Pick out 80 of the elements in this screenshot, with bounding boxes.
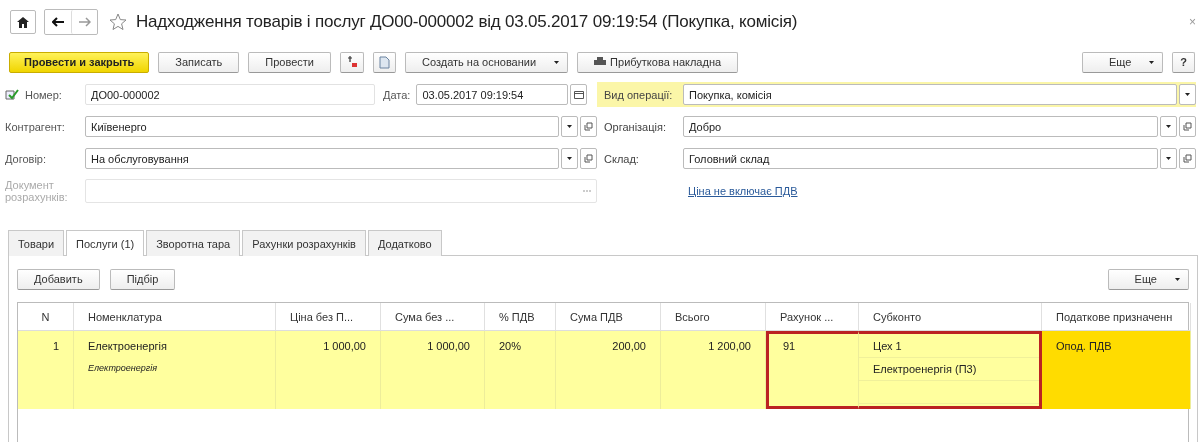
field-label: Вид операції: (603, 88, 674, 101)
field-label: Документ розрахунків: (5, 178, 69, 203)
tab[interactable]: Товари (8, 230, 65, 256)
operation-field[interactable]: Покупка, комісія (683, 84, 1177, 105)
input-field[interactable]: Добро (683, 116, 1158, 137)
caret-icon (1175, 277, 1180, 281)
ellipsis-icon (583, 189, 591, 192)
table-cell: Електроенергія (88, 363, 158, 373)
input-field[interactable]: Головний склад (683, 148, 1158, 169)
dropdown-icon (567, 125, 572, 128)
calendar-button[interactable] (570, 84, 588, 105)
window-title: Надходження товарів і послуг ДО00-000002 від 03.05.2017 09:19:54 (Покупка, комісія) (136, 12, 798, 32)
field-label: Номер: (25, 88, 63, 101)
star-icon[interactable] (109, 13, 127, 31)
field-label: Договір: (5, 152, 48, 165)
table-button[interactable]: Добавить (17, 268, 100, 290)
dropdown-icon (1185, 93, 1190, 96)
table-cell: 1 (52, 340, 59, 352)
table-cell: Цех 1 (873, 340, 902, 352)
table-cell: 1 200,00 (708, 340, 751, 352)
open-button[interactable] (580, 148, 597, 169)
right-arrow-icon (78, 17, 91, 27)
help-button[interactable]: ? (1172, 51, 1195, 73)
tab[interactable]: Додатково (367, 230, 442, 256)
dropdown-button[interactable] (561, 148, 578, 169)
link-icon (1183, 154, 1192, 163)
dropdown-button[interactable] (1160, 148, 1177, 169)
table-cell: 20% (499, 340, 522, 352)
debit-credit-button[interactable] (340, 51, 364, 73)
open-button[interactable] (1179, 148, 1196, 169)
calendar-icon (573, 90, 584, 99)
table-cell: 91 (783, 340, 796, 352)
document-icon (379, 55, 390, 69)
dropdown-icon (567, 157, 572, 160)
dropdown-button[interactable] (561, 116, 578, 137)
input-field[interactable] (85, 178, 597, 203)
price-vat-link[interactable]: Ціна не включає ПДВ (688, 184, 798, 197)
link-icon (584, 154, 593, 163)
dropdown-icon (1166, 125, 1171, 128)
input-field[interactable]: На обслуговування (85, 148, 559, 169)
field-label: Контрагент: (5, 120, 66, 133)
input-field[interactable]: Київенерго (85, 116, 559, 137)
toolbar-button[interactable]: Провести (248, 51, 331, 73)
field-label: Дата: (383, 88, 411, 101)
print-button[interactable]: Прибуткова накладна (577, 51, 739, 73)
home-button[interactable] (10, 10, 36, 34)
link-icon (584, 122, 593, 131)
document-button[interactable] (373, 51, 396, 73)
home-icon (17, 16, 29, 28)
table-cell: 200,00 (612, 340, 646, 352)
table-button[interactable]: Підбір (109, 268, 176, 290)
field-label: Організація: (603, 120, 667, 133)
tab[interactable]: Рахунки розрахунків (242, 230, 366, 256)
toolbar-button[interactable]: Записать (158, 51, 240, 73)
more-button[interactable]: Еще (1081, 51, 1164, 73)
open-button[interactable] (580, 116, 597, 137)
date-field[interactable]: 03.05.2017 09:19:54 (416, 84, 569, 105)
dropdown-button[interactable] (1179, 84, 1196, 105)
table-cell: Електроенергія (П3) (873, 363, 977, 375)
field-label: Склад: (603, 152, 640, 165)
dropdown-button[interactable] (1160, 116, 1177, 137)
open-button[interactable] (1179, 116, 1196, 137)
caret-icon (554, 60, 560, 64)
posted-check-icon (5, 89, 19, 100)
left-arrow-icon (51, 17, 65, 27)
table-cell: Опод. ПДВ (1056, 340, 1112, 352)
table-cell: 1 000,00 (323, 340, 366, 352)
tab[interactable]: Послуги (1) (66, 230, 145, 256)
dropdown-icon (1166, 157, 1171, 160)
more-button[interactable]: Еще (1107, 268, 1189, 290)
tab[interactable]: Зворотна тара (146, 230, 241, 256)
printer-icon (594, 57, 607, 67)
table-cell: 1 000,00 (427, 340, 470, 352)
create-based-on-button[interactable]: Создать на основании (405, 51, 569, 73)
table-cell: Електроенергія (88, 340, 167, 352)
post-and-close-button[interactable]: Провести и закрыть (9, 51, 150, 73)
link-icon (1183, 122, 1192, 131)
number-field[interactable]: ДО00-000002 (85, 84, 375, 105)
caret-icon (1149, 60, 1155, 64)
debit-credit-icon (346, 56, 358, 68)
